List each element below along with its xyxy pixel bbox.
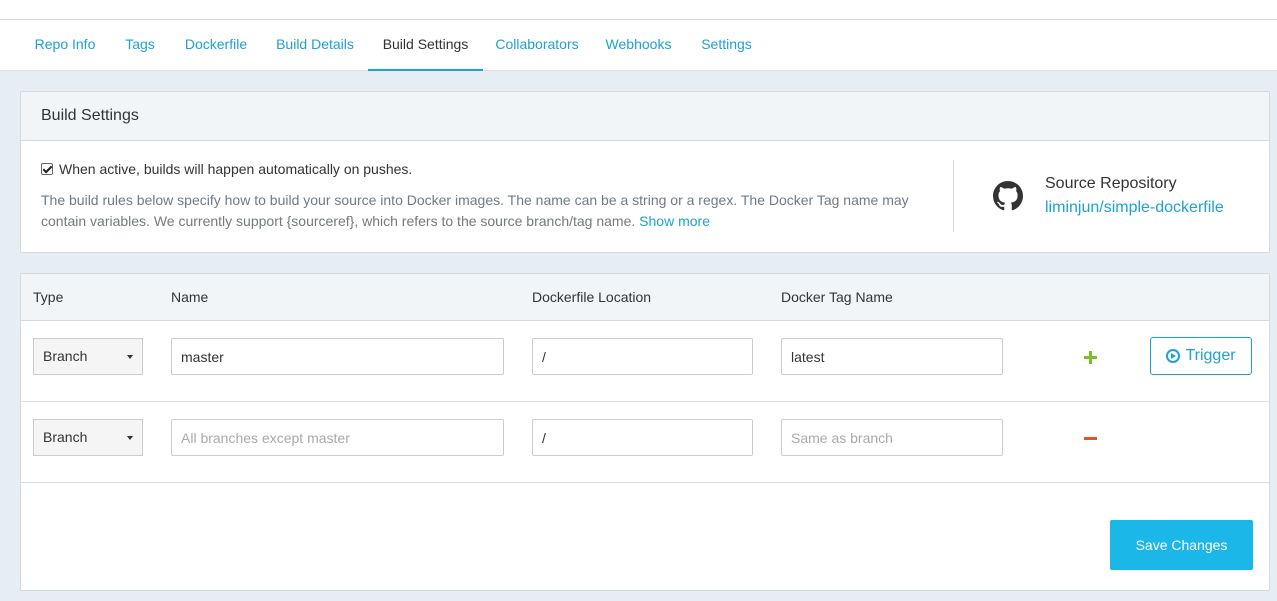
build-rules-panel: Type Name Dockerfile Location Docker Tag… bbox=[20, 273, 1270, 591]
source-name-input[interactable] bbox=[171, 338, 504, 375]
tab-dockerfile[interactable]: Dockerfile bbox=[175, 20, 257, 71]
tab-bar: Repo Info Tags Dockerfile Build Details … bbox=[0, 20, 1277, 71]
autobuild-label: When active, builds will happen automati… bbox=[59, 161, 413, 177]
docker-tag-input[interactable] bbox=[781, 338, 1003, 375]
header-name: Name bbox=[171, 289, 209, 305]
source-repository-link[interactable]: liminjun/simple-dockerfile bbox=[1045, 199, 1224, 217]
rules-header: Type Name Dockerfile Location Docker Tag… bbox=[21, 274, 1269, 321]
dockerfile-location-input[interactable] bbox=[532, 419, 753, 456]
build-settings-panel: Build Settings When active, builds will … bbox=[20, 91, 1270, 253]
top-bar bbox=[0, 0, 1277, 20]
docker-tag-input[interactable] bbox=[781, 419, 1003, 456]
header-dockerfile-location: Dockerfile Location bbox=[532, 289, 652, 305]
header-type: Type bbox=[33, 289, 64, 305]
autobuild-row: When active, builds will happen automati… bbox=[41, 161, 412, 177]
description-text: The build rules below specify how to bui… bbox=[41, 192, 909, 229]
remove-rule-icon[interactable] bbox=[1081, 423, 1101, 453]
tab-tags[interactable]: Tags bbox=[118, 20, 162, 71]
tab-settings[interactable]: Settings bbox=[692, 20, 761, 71]
source-type-select[interactable]: Branch bbox=[33, 419, 143, 456]
vertical-divider bbox=[953, 160, 954, 232]
tab-repo-info[interactable]: Repo Info bbox=[20, 20, 110, 71]
tab-webhooks[interactable]: Webhooks bbox=[598, 20, 679, 71]
dockerfile-location-input[interactable] bbox=[532, 338, 753, 375]
header-docker-tag-name: Docker Tag Name bbox=[781, 289, 893, 305]
autobuild-checkbox[interactable] bbox=[41, 163, 53, 175]
tab-build-details[interactable]: Build Details bbox=[266, 20, 364, 71]
build-rule-row: Branch bbox=[21, 402, 1269, 483]
source-name-input[interactable] bbox=[171, 419, 504, 456]
source-type-value: Branch bbox=[43, 348, 88, 364]
show-more-link[interactable]: Show more bbox=[639, 213, 710, 229]
play-circle-icon bbox=[1166, 349, 1181, 363]
source-type-select[interactable]: Branch bbox=[33, 338, 143, 375]
source-repository-label: Source Repository bbox=[1045, 175, 1177, 192]
trigger-label: Trigger bbox=[1185, 347, 1236, 364]
trigger-button[interactable]: Trigger bbox=[1150, 337, 1252, 375]
add-rule-icon[interactable] bbox=[1081, 342, 1101, 372]
build-rules-description: The build rules below specify how to bui… bbox=[41, 190, 941, 232]
tab-collaborators[interactable]: Collaborators bbox=[490, 20, 584, 71]
panel-title: Build Settings bbox=[21, 92, 1269, 141]
caret-down-icon bbox=[127, 436, 133, 440]
caret-down-icon bbox=[127, 355, 133, 359]
build-rule-row: Branch Trigger bbox=[21, 321, 1269, 402]
save-changes-button[interactable]: Save Changes bbox=[1110, 520, 1253, 570]
source-type-value: Branch bbox=[43, 429, 88, 445]
github-icon bbox=[993, 181, 1023, 211]
tab-build-settings[interactable]: Build Settings bbox=[368, 20, 483, 71]
